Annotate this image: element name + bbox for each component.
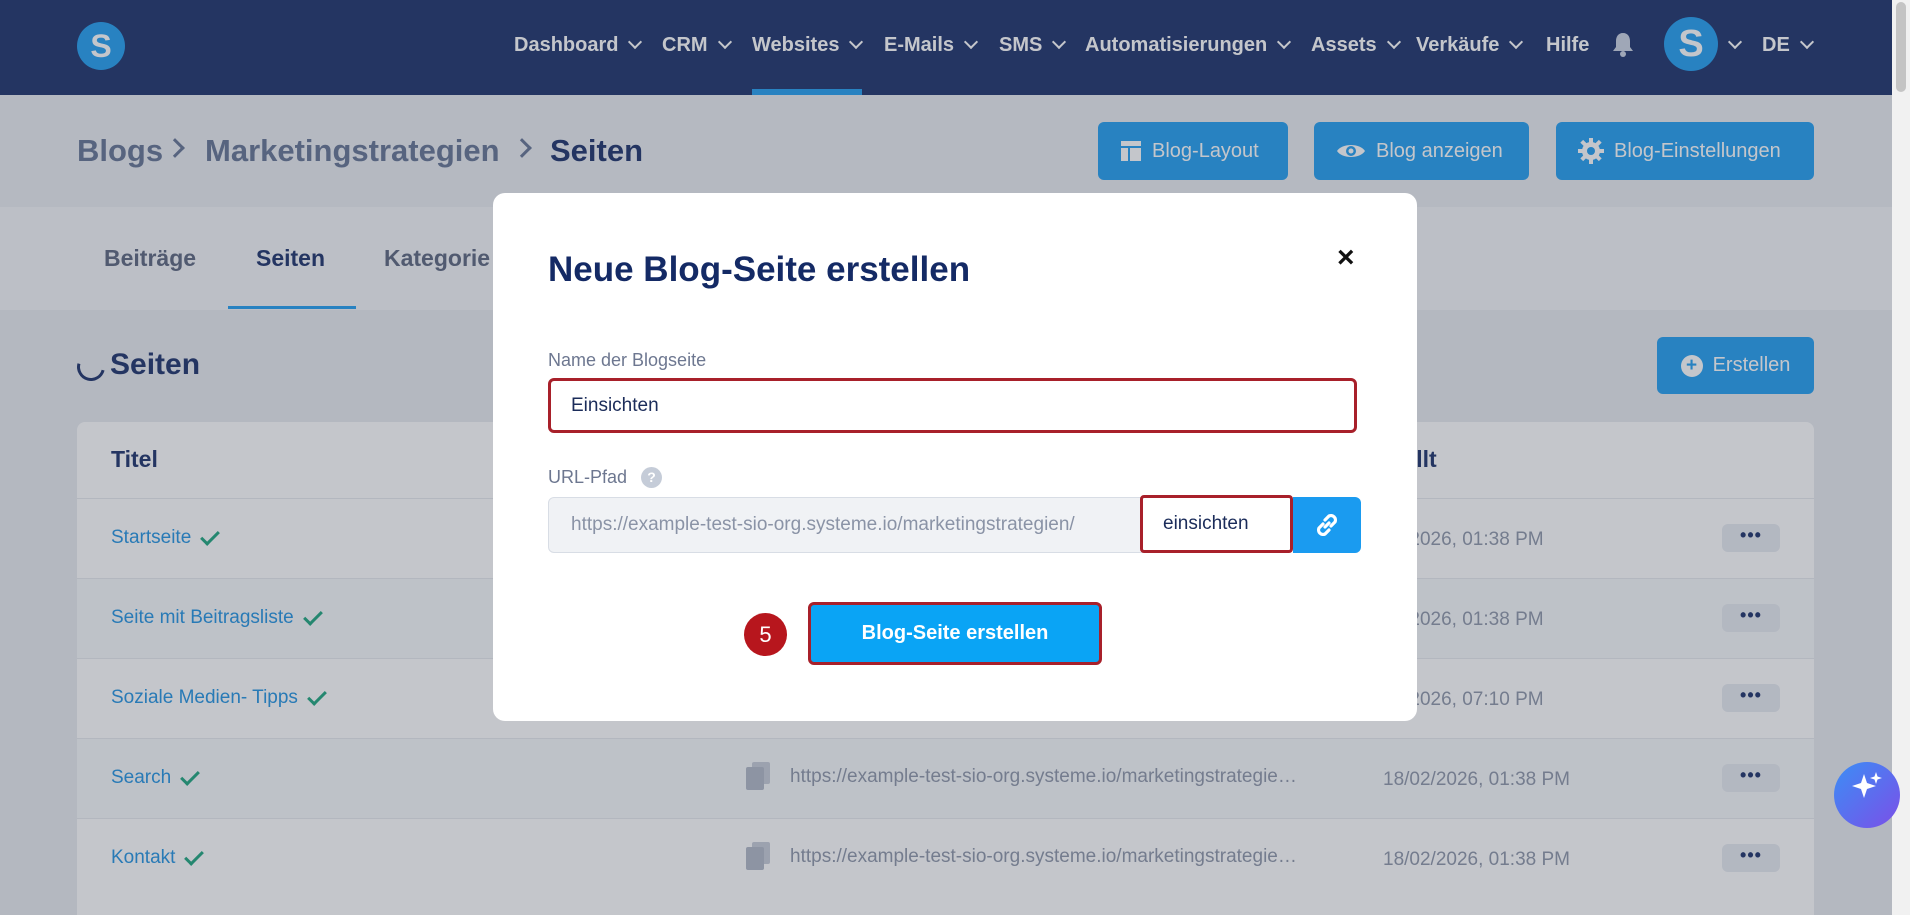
dialog-title: Neue Blog-Seite erstellen bbox=[548, 250, 971, 289]
blog-page-name-input[interactable]: Einsichten bbox=[548, 378, 1357, 433]
ai-assistant-button[interactable] bbox=[1834, 762, 1900, 828]
create-blog-page-button[interactable]: Blog-Seite erstellen bbox=[808, 602, 1102, 665]
url-prefix: https://example-test-sio-org.systeme.io/… bbox=[548, 497, 1143, 553]
step-badge: 5 bbox=[744, 613, 787, 656]
scrollbar-thumb[interactable] bbox=[1896, 2, 1906, 92]
generate-link-button[interactable] bbox=[1293, 497, 1361, 553]
link-icon bbox=[1316, 513, 1338, 537]
url-slug-input[interactable]: einsichten bbox=[1140, 495, 1293, 553]
sparkle-icon bbox=[1852, 772, 1882, 798]
url-field-label: URL-Pfad bbox=[548, 467, 628, 487]
name-field-label: Name der Blogseite bbox=[548, 350, 707, 370]
help-icon[interactable]: ? bbox=[641, 467, 662, 488]
close-icon[interactable]: × bbox=[1337, 243, 1355, 273]
